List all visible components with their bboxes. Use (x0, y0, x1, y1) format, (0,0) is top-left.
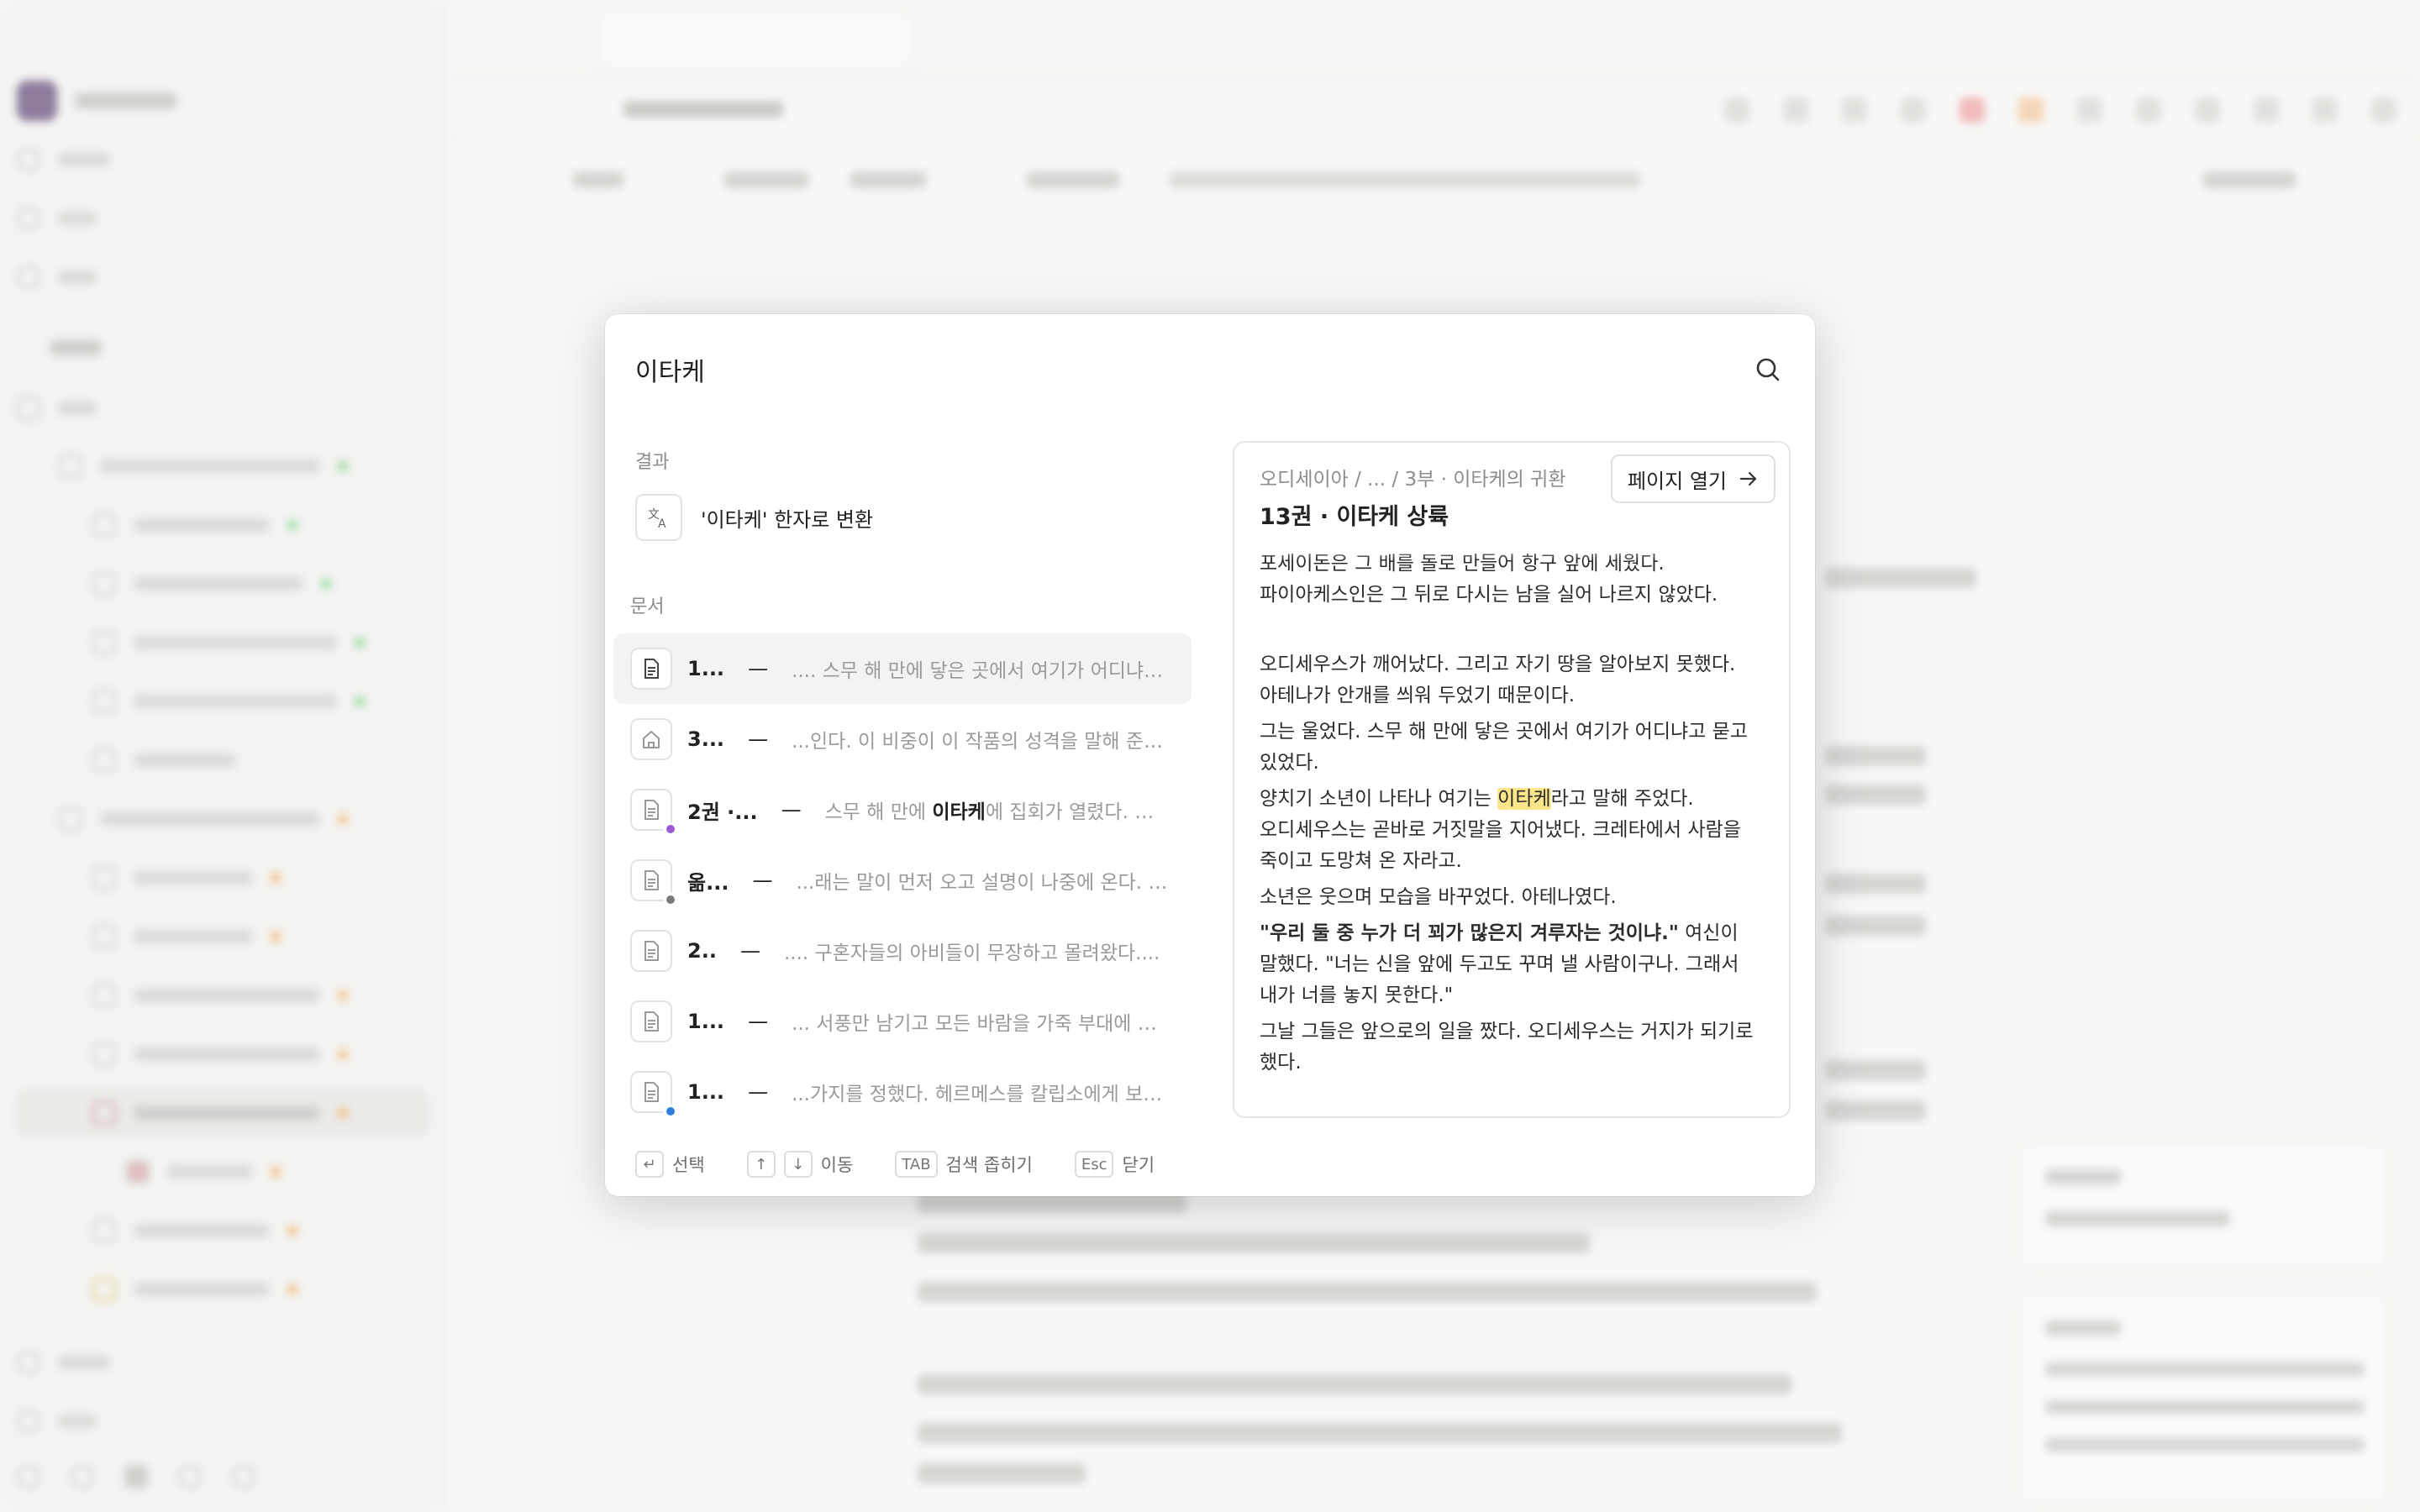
result-title: 3... (687, 727, 725, 751)
result-row[interactable]: 3... — ...인다. 이 비중이 이 작품의 성격을 말해 준다... (613, 704, 1192, 774)
tab-key-hint: TAB (895, 1151, 938, 1178)
home-icon (630, 718, 672, 760)
preview-line: 내가 너를 놓지 못한다." (1260, 984, 1454, 1006)
result-snippet: .... 스무 해 만에 닿은 곳에서 여기가 어디냐고... (792, 660, 1181, 682)
preview-quote: "우리 둘 중 누가 더 꾀가 많은지 겨루자는 것이냐." (1260, 922, 1679, 944)
document-icon (630, 1000, 672, 1042)
preview-line: 양치기 소년이 나타나 여기는 이타케라고 말해 주었다. (1260, 784, 1764, 815)
result-title: 2.. (687, 939, 717, 963)
status-dot (664, 1105, 677, 1118)
result-row[interactable]: 2.. — .... 구혼자들의 아비들이 무장하고 몰려왔다.... (613, 916, 1192, 986)
document-icon (630, 930, 672, 972)
result-snippet: ... 서풍만 남기고 모든 바람을 가죽 부대에 묶... (792, 1013, 1174, 1035)
svg-text:A: A (658, 517, 666, 530)
results-list: 1... — .... 스무 해 만에 닿은 곳에서 여기가 어디냐고... 3… (613, 633, 1192, 1127)
result-row[interactable]: 옮... — ...래는 말이 먼저 오고 설명이 나중에 온다. 이... (613, 845, 1192, 916)
up-key-hint: ↑ (746, 1151, 776, 1178)
result-separator: — (752, 869, 773, 892)
down-key-hint: ↓ (783, 1151, 813, 1178)
select-hint-label: 선택 (672, 1155, 705, 1175)
preview-line: 말했다. "너는 신을 앞에 두고도 꾸며 낼 사람이구나. 그래서 (1260, 953, 1739, 975)
preview-text: 여신이 (1678, 922, 1739, 944)
search-bar (635, 344, 1785, 395)
status-dot (664, 893, 677, 906)
preview-line: 있었다. (1260, 752, 1319, 774)
results-section-label: 결과 (635, 452, 670, 473)
result-separator: — (748, 727, 769, 751)
preview-line: 그는 울었다. 스무 해 만에 닿은 곳에서 여기가 어디냐고 묻고 (1260, 721, 1748, 743)
preview-spacer (1260, 611, 1764, 649)
narrow-hint-label: 검색 좁히기 (945, 1155, 1033, 1175)
keyboard-hints: ↵ 선택 ↑ ↓ 이동 TAB 검색 좁히기 Esc 닫기 (635, 1151, 1155, 1178)
result-separator: — (748, 1080, 769, 1104)
document-icon (630, 1071, 677, 1118)
preview-body: 포세이돈은 그 배를 돌로 만들어 항구 앞에 세웠다. 파이아케스인은 그 뒤… (1260, 537, 1764, 1116)
convert-hanja-row[interactable]: 文A '이타케' 한자로 변환 (635, 494, 873, 541)
preview-line: "우리 둘 중 누가 더 꾀가 많은지 겨루자는 것이냐." 여신이 (1260, 918, 1764, 949)
enter-key-hint: ↵ (635, 1151, 664, 1178)
result-snippet: ...래는 말이 먼저 오고 설명이 나중에 온다. 이... (796, 872, 1185, 894)
result-row[interactable]: 1... — ... 서풍만 남기고 모든 바람을 가죽 부대에 묶... (613, 986, 1192, 1057)
result-snippet: .... 구혼자들의 아비들이 무장하고 몰려왔다.... (783, 942, 1160, 964)
result-title: 옮... (687, 870, 729, 895)
result-title: 1... (687, 1080, 725, 1104)
document-icon (630, 859, 677, 906)
open-page-label: 페이지 열기 (1627, 469, 1727, 493)
result-title: 1... (687, 657, 725, 680)
close-hint-label: 닫기 (1122, 1155, 1155, 1175)
preview-panel: 오디세이아 / ... / 3부 · 이타케의 귀환 13권 · 이타케 상륙 … (1233, 441, 1791, 1118)
preview-text: 양치기 소년이 나타나 여기는 (1260, 788, 1498, 810)
preview-breadcrumb: 오디세이아 / ... / 3부 · 이타케의 귀환 (1260, 469, 1566, 491)
search-input[interactable] (635, 346, 1751, 393)
result-separator: — (748, 1010, 769, 1033)
preview-line: 아테나가 안개를 씌워 두었기 때문이다. (1260, 685, 1576, 706)
result-snippet: 스무 해 만에 이타케에 집회가 열렸다. 소집... (825, 795, 1192, 824)
convert-hanja-label: '이타케' 한자로 변환 (701, 507, 874, 532)
preview-line: 죽이고 도망쳐 온 자라고. (1260, 850, 1462, 872)
preview-title: 13권 · 이타케 상륙 (1260, 504, 1449, 530)
status-dot (664, 822, 677, 836)
search-icon[interactable] (1751, 353, 1785, 386)
result-row[interactable]: 1... — .... 스무 해 만에 닿은 곳에서 여기가 어디냐고... (613, 633, 1192, 704)
arrow-right-icon (1739, 471, 1757, 486)
open-page-button[interactable]: 페이지 열기 (1610, 454, 1776, 503)
preview-line: 오디세우스가 깨어났다. 그리고 자기 땅을 알아보지 못했다. (1260, 654, 1736, 675)
result-snippet: ...인다. 이 비중이 이 작품의 성격을 말해 준다... (792, 731, 1181, 753)
snippet-text: 스무 해 만에 (824, 801, 933, 823)
snippet-text: 에 집회가 열렸다. 소집... (985, 801, 1189, 823)
result-row[interactable]: 2권 ·... — 스무 해 만에 이타케에 집회가 열렸다. 소집... (613, 774, 1192, 845)
preview-line: 파이아케스인은 그 뒤로 다시는 남을 실어 나르지 않았다. (1260, 584, 1718, 606)
move-hint-label: 이동 (820, 1155, 854, 1175)
result-separator: — (748, 657, 769, 680)
document-icon (630, 789, 677, 836)
result-snippet: ...가지를 정했다. 헤르메스를 칼립소에게 보내... (792, 1084, 1180, 1105)
translate-icon: 文A (635, 494, 682, 541)
search-highlight: 이타케 (1497, 788, 1551, 810)
result-separator: — (739, 939, 760, 963)
preview-text: 라고 말해 주었다. (1550, 788, 1694, 810)
documents-section-label: 문서 (630, 596, 665, 617)
search-modal: 결과 文A '이타케' 한자로 변환 문서 1... — .... 스무 해 만… (605, 314, 1815, 1196)
preview-line: 오디세우스는 곧바로 거짓말을 지어냈다. 크레타에서 사람을 (1260, 819, 1741, 841)
document-icon (630, 648, 672, 690)
result-separator: — (781, 798, 802, 822)
preview-line: 했다. (1260, 1052, 1302, 1074)
esc-key-hint: Esc (1074, 1151, 1114, 1178)
result-row[interactable]: 1... — ...가지를 정했다. 헤르메스를 칼립소에게 보내... (613, 1057, 1192, 1127)
preview-line: 그날 그들은 앞으로의 일을 짰다. 오디세우스는 거지가 되기로 (1260, 1021, 1754, 1042)
result-title: 1... (687, 1010, 725, 1033)
snippet-match: 이타케 (932, 801, 986, 823)
preview-line: 소년은 웃으며 모습을 바꾸었다. 아테나였다. (1260, 886, 1617, 908)
result-title: 2권 ·... (687, 800, 758, 824)
